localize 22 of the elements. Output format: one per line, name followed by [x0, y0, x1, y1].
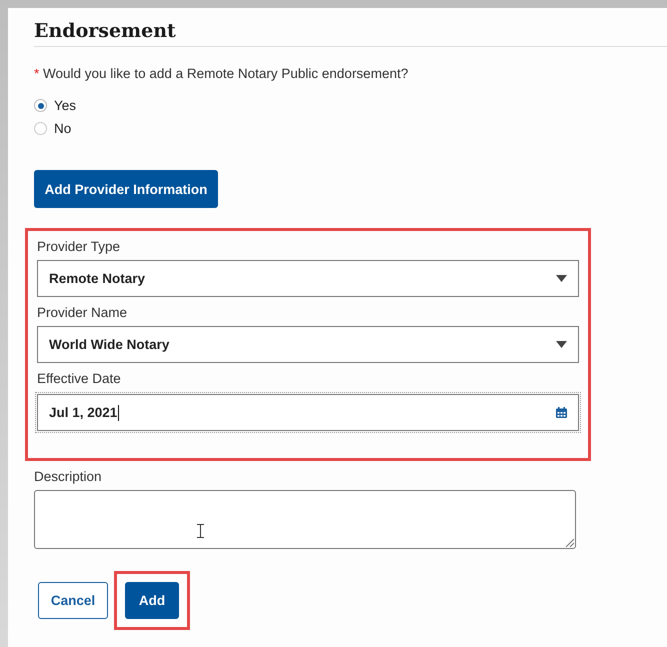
- date-field[interactable]: Jul 1, 2021: [37, 394, 579, 431]
- cancel-button[interactable]: Cancel: [38, 582, 108, 619]
- field-label: Provider Name: [37, 305, 128, 320]
- resize-handle-icon[interactable]: [565, 538, 574, 547]
- radio-button[interactable]: [34, 99, 47, 112]
- text-cursor-icon: [197, 524, 204, 538]
- field-label: Effective Date: [37, 371, 122, 386]
- add-button[interactable]: Add: [125, 582, 179, 619]
- field-label: Provider Type: [37, 239, 122, 254]
- question-text: * Would you like to add a Remote Notary Public endorsement?: [34, 66, 410, 81]
- add-provider-button[interactable]: Add Provider Information: [34, 170, 218, 208]
- radio-button[interactable]: [34, 122, 47, 135]
- calendar-icon[interactable]: [556, 407, 567, 418]
- field-label: Description: [34, 469, 103, 484]
- radio-label[interactable]: Yes: [54, 98, 76, 113]
- radio-label[interactable]: No: [54, 121, 72, 136]
- caret-icon: [556, 341, 567, 348]
- description-field[interactable]: [34, 490, 576, 549]
- dropdown-field[interactable]: World Wide Notary: [37, 326, 579, 363]
- dropdown-field[interactable]: Remote Notary: [37, 260, 579, 297]
- section-title: Endorsement: [34, 20, 177, 42]
- caret-icon: [556, 275, 567, 282]
